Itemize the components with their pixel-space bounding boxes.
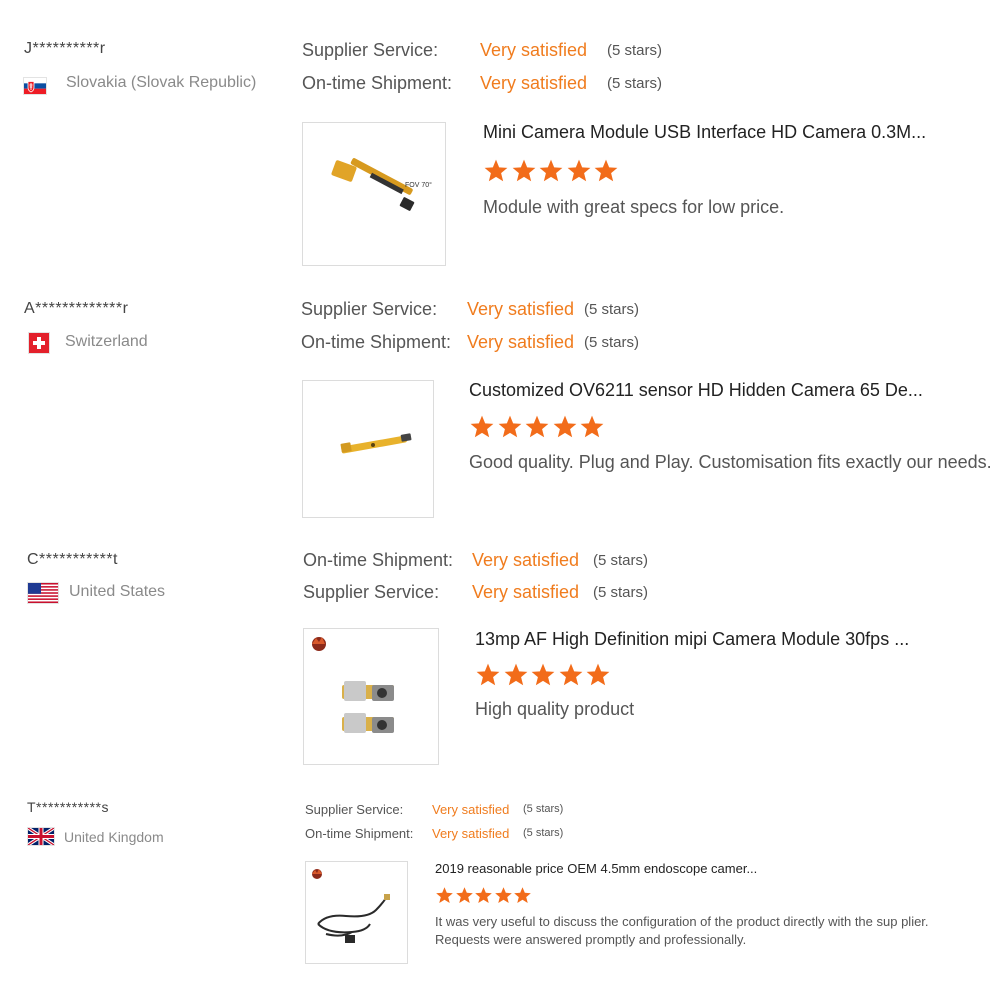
rating-count: (5 stars) <box>593 584 649 601</box>
rating-value: Very satisfied <box>472 582 580 602</box>
product-title-link[interactable]: 2019 reasonable price OEM 4.5mm endoscop… <box>435 861 757 876</box>
rating-count: (5 stars) <box>593 552 649 569</box>
rating-row: On-time Shipment: Very satisfied (5 star… <box>302 73 702 95</box>
supplier-logo-icon <box>312 637 326 651</box>
product-title-link[interactable]: Customized OV6211 sensor HD Hidden Camer… <box>469 380 923 401</box>
star-rating <box>469 414 607 440</box>
star-icon <box>504 663 527 686</box>
rating-row: Supplier Service: Very satisfied (5 star… <box>302 40 702 62</box>
star-icon <box>595 159 618 182</box>
endoscope-camera-image <box>317 894 390 943</box>
rating-count: (5 stars) <box>584 301 640 318</box>
rating-label: Supplier Service: <box>302 40 439 60</box>
reviewer-country: United Kingdom <box>64 829 164 845</box>
star-icon <box>475 887 492 904</box>
reviewer-country: Slovakia (Slovak Republic) <box>66 74 257 91</box>
switzerland-flag-icon <box>29 333 49 353</box>
rating-row: On-time Shipment: Very satisfied (5 star… <box>303 550 703 572</box>
rating-count: (5 stars) <box>523 803 564 815</box>
rating-value: Very satisfied <box>472 550 580 570</box>
product-thumbnail[interactable] <box>303 628 439 765</box>
star-rating <box>483 158 621 184</box>
product-title-link[interactable]: 13mp AF High Definition mipi Camera Modu… <box>475 629 909 650</box>
hidden-camera-image <box>340 433 412 454</box>
rating-value: Very satisfied <box>480 40 588 60</box>
rating-value: Very satisfied <box>480 73 588 93</box>
reviewer-country: United States <box>69 583 166 600</box>
rating-value: Very satisfied <box>467 299 575 319</box>
rating-label: On-time Shipment: <box>303 550 454 570</box>
slovakia-flag-icon <box>24 78 46 94</box>
product-thumbnail[interactable] <box>302 380 434 518</box>
star-rating <box>475 662 613 688</box>
rating-value: Very satisfied <box>432 802 510 817</box>
star-icon <box>587 663 610 686</box>
star-rating <box>435 886 533 905</box>
star-icon <box>476 663 500 686</box>
star-icon <box>531 663 555 686</box>
camera-module-image <box>331 158 415 211</box>
review-comment: Good quality. Plug and Play. Customisati… <box>469 452 992 472</box>
review-comment: High quality product <box>475 699 635 719</box>
reviewer-name: C***********t <box>27 551 118 568</box>
rating-label: Supplier Service: <box>305 802 404 817</box>
reviewer-name: J**********r <box>24 40 106 57</box>
star-icon <box>436 887 453 904</box>
star-icon <box>525 415 549 438</box>
rating-label: On-time Shipment: <box>305 826 414 841</box>
star-icon <box>567 159 591 182</box>
rating-count: (5 stars) <box>584 334 640 351</box>
star-icon <box>494 887 512 904</box>
star-icon <box>514 887 531 904</box>
product-title-link[interactable]: Mini Camera Module USB Interface HD Came… <box>483 122 926 143</box>
review-item: J**********r Slovakia (Slovak Republic) … <box>0 0 1000 270</box>
star-icon <box>581 415 604 438</box>
rating-count: (5 stars) <box>523 827 564 839</box>
rating-row: Supplier Service: Very satisfied (5 star… <box>301 299 701 321</box>
rating-row: On-time Shipment: Very satisfied (5 star… <box>305 826 605 844</box>
camera-module-image <box>342 681 394 733</box>
reviewer-country: Switzerland <box>65 333 148 350</box>
star-icon <box>498 415 521 438</box>
reviewer-name: A*************r <box>24 300 129 317</box>
star-icon <box>539 159 563 182</box>
rating-count: (5 stars) <box>607 42 663 59</box>
star-icon <box>455 887 473 904</box>
review-comment: Module with great specs for low price. <box>483 197 785 217</box>
product-thumbnail[interactable] <box>305 861 408 964</box>
rating-label: On-time Shipment: <box>301 332 452 352</box>
star-icon <box>470 415 494 438</box>
rating-value: Very satisfied <box>432 826 510 841</box>
star-icon <box>553 415 577 438</box>
star-icon <box>484 159 508 182</box>
reviewer-name: T***********s <box>27 799 109 815</box>
review-comment: It was very useful to discuss the config… <box>435 914 929 947</box>
rating-row: On-time Shipment: Very satisfied (5 star… <box>301 332 701 354</box>
star-icon <box>512 159 535 182</box>
product-image-caption: FOV 70° <box>405 181 432 189</box>
rating-label: Supplier Service: <box>301 299 438 319</box>
rating-label: Supplier Service: <box>303 582 440 602</box>
rating-row: Supplier Service: Very satisfied (5 star… <box>303 582 703 604</box>
product-thumbnail[interactable]: FOV 70° <box>302 122 446 266</box>
rating-label: On-time Shipment: <box>302 73 453 93</box>
rating-count: (5 stars) <box>607 75 663 92</box>
rating-row: Supplier Service: Very satisfied (5 star… <box>305 802 605 820</box>
supplier-logo-icon <box>312 869 322 879</box>
united-states-flag-icon <box>28 583 58 603</box>
united-kingdom-flag-icon <box>28 828 54 845</box>
star-icon <box>559 663 583 686</box>
rating-value: Very satisfied <box>467 332 575 352</box>
